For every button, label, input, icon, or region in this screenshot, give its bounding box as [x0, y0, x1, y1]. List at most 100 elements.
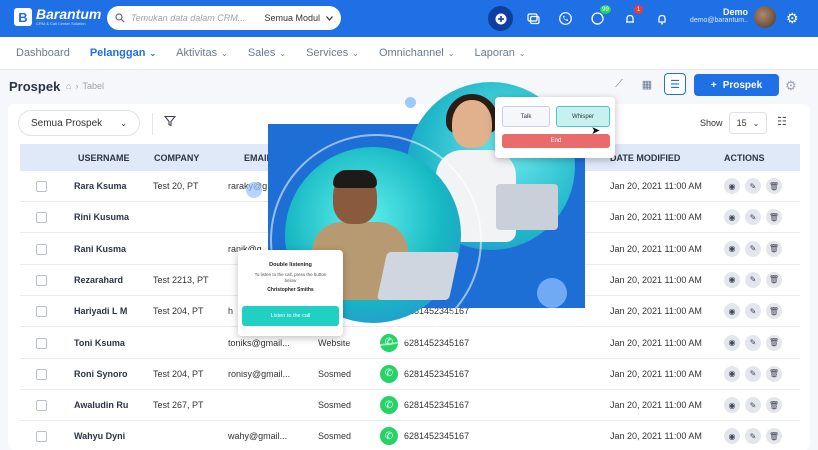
edit-pencil-icon[interactable]: ✎ — [745, 397, 761, 414]
cell-username[interactable]: Rezarahard — [74, 275, 123, 285]
whisper-button[interactable]: Whisper — [556, 106, 610, 127]
view-eye-icon[interactable]: ◉ — [724, 365, 740, 382]
view-eye-icon[interactable]: ◉ — [724, 209, 740, 226]
page-size-select[interactable]: 15 ⌄ — [729, 112, 767, 134]
cell-username[interactable]: Hariyadi L M — [74, 306, 127, 316]
cell-username[interactable]: Roni Synoro — [74, 369, 128, 379]
brand-logo[interactable]: B Barantum CRM & Call Center Solution — [14, 7, 101, 26]
cell-phone[interactable]: 6281452345167 — [404, 369, 469, 379]
view-eye-icon[interactable]: ◉ — [724, 303, 740, 320]
view-eye-icon[interactable]: ◉ — [724, 334, 740, 351]
edit-pencil-icon[interactable]: ✎ — [745, 240, 761, 257]
cell-phone[interactable]: 6281452345167 — [404, 431, 469, 441]
whatsapp-icon[interactable]: ✆ — [380, 364, 398, 383]
add-prospek-button[interactable]: + Prospek — [694, 74, 779, 96]
view-eye-icon[interactable]: ◉ — [724, 240, 740, 257]
filter-icon[interactable] — [163, 115, 177, 130]
delete-trash-icon[interactable]: 🗑 — [766, 271, 782, 288]
chat-button[interactable] — [522, 7, 545, 30]
cell-username[interactable]: Wahyu Dyni — [74, 431, 125, 441]
nav-sales[interactable]: Sales ⌄ — [248, 37, 286, 70]
edit-pencil-icon[interactable]: ✎ — [745, 209, 761, 226]
table-row[interactable]: Awaludin Ru Test 267, PT Sosmed ✆ 6281452345… — [20, 390, 800, 422]
delete-trash-icon[interactable]: 🗑 — [766, 397, 782, 414]
delete-trash-icon[interactable]: 🗑 — [766, 240, 782, 257]
cell-company: Test 267, PT — [153, 400, 204, 411]
nav-services[interactable]: Services ⌄ — [306, 37, 359, 70]
delete-trash-icon[interactable]: 🗑 — [766, 334, 782, 351]
row-checkbox[interactable] — [36, 274, 47, 286]
edit-pencil-icon[interactable]: ✎ — [745, 178, 761, 194]
grid-view-button[interactable]: ▦ — [636, 73, 658, 95]
search-input[interactable]: Temukan data dalam CRM... — [131, 13, 264, 23]
supervisor-image — [452, 100, 492, 148]
cell-date-modified: Jan 20, 2021 11:00 AM — [610, 400, 702, 411]
listen-call-button[interactable]: Listen to the call — [242, 306, 339, 326]
row-checkbox[interactable] — [36, 243, 47, 255]
laptop-image — [376, 252, 460, 300]
row-checkbox[interactable] — [36, 337, 47, 349]
listen-popup: Double listening To listen to the call, … — [238, 250, 343, 336]
user-email: demo@barantum.. — [689, 17, 748, 24]
prospek-filter-select[interactable]: Semua Prospek ⌄ — [18, 110, 140, 136]
edit-pencil-icon[interactable]: ✎ — [745, 303, 761, 320]
edit-pencil-icon[interactable]: ✎ — [745, 334, 761, 351]
call-button[interactable] — [554, 7, 577, 30]
col-username[interactable]: USERNAME — [78, 153, 130, 163]
edit-pencil-icon[interactable]: ✎ — [745, 365, 761, 382]
cell-username[interactable]: Rani Kusma — [74, 244, 126, 254]
row-checkbox[interactable] — [36, 431, 47, 443]
column-settings-icon[interactable]: ☷ — [777, 115, 787, 128]
col-date-modified[interactable]: DATE MODIFIED — [610, 153, 680, 163]
row-checkbox[interactable] — [36, 181, 47, 192]
whatsapp-icon[interactable]: ✆ — [380, 427, 398, 446]
table-row[interactable]: Roni Synoro Test 204, PT ronisy@gmail... So… — [20, 359, 800, 390]
alerts-button[interactable] — [650, 7, 673, 30]
module-select[interactable]: Semua Modul — [264, 13, 320, 23]
whatsapp-button[interactable]: 99 — [586, 5, 611, 30]
cell-phone[interactable]: 6281452345167 — [404, 400, 469, 410]
talk-button[interactable]: Talk — [502, 106, 550, 127]
edit-pencil-icon[interactable]: ✎ — [745, 428, 761, 445]
delete-trash-icon[interactable]: 🗑 — [766, 365, 782, 382]
row-checkbox[interactable] — [36, 306, 47, 318]
user-info[interactable]: Demo demo@barantum.. — [688, 7, 748, 24]
chart-view-button[interactable]: ⟋ — [608, 73, 630, 95]
cell-username[interactable]: Rara Ksuma — [74, 181, 127, 191]
row-checkbox[interactable] — [36, 400, 47, 412]
avatar[interactable] — [754, 6, 776, 28]
nav-dashboard[interactable]: Dashboard — [16, 37, 70, 70]
view-eye-icon[interactable]: ◉ — [724, 178, 740, 194]
breadcrumb-current: Tabel — [82, 81, 104, 91]
cell-username[interactable]: Awaludin Ru — [74, 400, 128, 410]
settings-gear-icon[interactable]: ⚙ — [786, 10, 799, 27]
view-eye-icon[interactable]: ◉ — [724, 397, 740, 414]
nav-omnichannel[interactable]: Omnichannel ⌄ — [379, 37, 455, 70]
page-settings-icon[interactable]: ⚙ — [785, 78, 797, 94]
cell-email: toniks@gmail... — [228, 337, 290, 348]
edit-pencil-icon[interactable]: ✎ — [745, 271, 761, 288]
view-eye-icon[interactable]: ◉ — [724, 271, 740, 288]
row-checkbox[interactable] — [36, 368, 47, 380]
whatsapp-icon[interactable]: ✆ — [380, 396, 398, 415]
delete-trash-icon[interactable]: 🗑 — [766, 178, 782, 194]
cell-username[interactable]: Toni Ksuma — [74, 338, 125, 348]
delete-trash-icon[interactable]: 🗑 — [766, 303, 782, 320]
nav-laporan[interactable]: Laporan ⌄ — [474, 37, 525, 70]
plus-icon — [495, 13, 506, 24]
global-search[interactable]: Temukan data dalam CRM... Semua Modul — [107, 6, 341, 30]
nav-pelanggan[interactable]: Pelanggan ⌄ — [90, 37, 156, 70]
col-company[interactable]: COMPANY — [154, 153, 199, 163]
cell-email: h — [228, 306, 234, 317]
notifications-button[interactable]: 1 — [618, 5, 643, 30]
list-view-button[interactable]: ☰ — [664, 73, 686, 95]
table-row[interactable]: Wahyu Dyni wahy@gmail... Sosmed ✆ 6281452345… — [20, 421, 800, 450]
delete-trash-icon[interactable]: 🗑 — [766, 428, 782, 445]
delete-trash-icon[interactable]: 🗑 — [766, 209, 782, 226]
home-icon[interactable]: ⌂ — [66, 81, 71, 91]
nav-aktivitas[interactable]: Aktivitas ⌄ — [176, 37, 228, 70]
row-checkbox[interactable] — [36, 212, 47, 224]
add-new-button[interactable] — [488, 6, 513, 31]
cell-username[interactable]: Rini Kusuma — [74, 212, 129, 222]
view-eye-icon[interactable]: ◉ — [724, 428, 740, 445]
